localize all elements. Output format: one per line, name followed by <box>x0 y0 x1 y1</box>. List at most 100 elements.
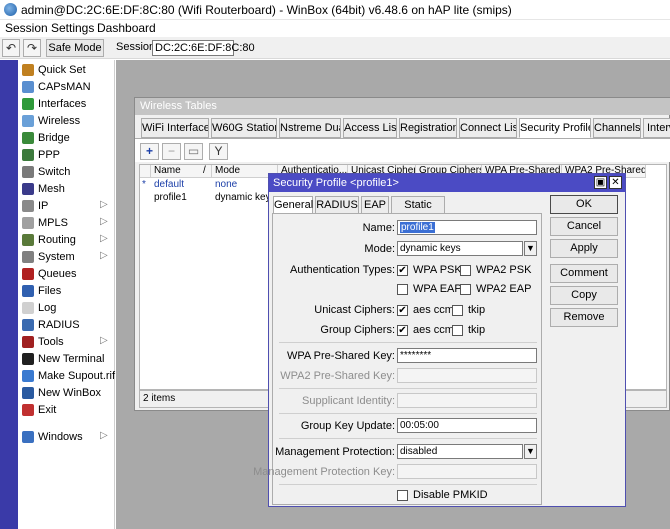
management-protection-select[interactable]: disabled <box>397 444 523 459</box>
add-icon[interactable]: + <box>140 143 159 160</box>
row-profile1-mode[interactable]: dynamic keys <box>215 192 276 203</box>
sidebar-item-tools[interactable]: Tools ▷ <box>18 334 114 351</box>
tab-interworking[interactable]: Interw <box>643 118 670 138</box>
row-default-mode[interactable]: none <box>215 179 237 190</box>
group-key-update-input[interactable]: 00:05:00 <box>397 418 537 433</box>
sidebar-item-label: Queues <box>38 268 77 280</box>
comment-button[interactable]: Comment <box>550 264 618 283</box>
wpa2-key-input[interactable] <box>397 368 537 383</box>
sidebar-item-log[interactable]: Log <box>18 300 114 317</box>
wpa-eap-checkbox[interactable] <box>397 284 408 295</box>
safe-mode-button[interactable]: Safe Mode <box>46 39 104 57</box>
title-bar: admin@DC:2C:6E:DF:8C:80 (Wifi Routerboar… <box>0 0 670 20</box>
filter-icon[interactable]: Y <box>209 143 228 160</box>
name-input[interactable]: profile1 <box>397 220 537 235</box>
sidebar-item-system[interactable]: System ▷ <box>18 249 114 266</box>
tab-eap[interactable]: EAP <box>361 196 389 214</box>
sidebar-item-mpls[interactable]: MPLS ▷ <box>18 215 114 232</box>
wpa2-psk-label: WPA2 PSK <box>476 264 532 276</box>
row-profile1-name[interactable]: profile1 <box>154 192 187 203</box>
tab-general[interactable]: General <box>273 196 313 214</box>
mode-select[interactable]: dynamic keys <box>397 241 523 256</box>
restore-icon[interactable]: ▣ <box>594 176 607 189</box>
tab-radius[interactable]: RADIUS <box>315 196 359 214</box>
tab-connect-list[interactable]: Connect List <box>459 118 517 138</box>
unicast-tkip-checkbox[interactable] <box>452 305 463 316</box>
wpa-eap-label: WPA EAP <box>413 283 462 295</box>
sidebar-item-switch[interactable]: Switch <box>18 164 114 181</box>
wpa-key-input[interactable]: ******** <box>397 348 537 363</box>
sidebar-item-quick-set[interactable]: Quick Set <box>18 62 114 79</box>
sidebar-item-new-terminal[interactable]: New Terminal <box>18 351 114 368</box>
wpa2-key-label: WPA2 Pre-Shared Key: <box>280 370 395 382</box>
sidebar-item-bridge[interactable]: Bridge <box>18 130 114 147</box>
radius-icon <box>22 319 34 331</box>
sidebar-item-label: Mesh <box>38 183 65 195</box>
redo-icon[interactable]: ↷ <box>23 39 41 57</box>
group-aes-ccm-label: aes ccm <box>413 324 454 336</box>
bridge-icon <box>22 132 34 144</box>
sidebar-item-ip[interactable]: IP ▷ <box>18 198 114 215</box>
sidebar-item-label: RADIUS <box>38 319 80 331</box>
wpa2-psk-checkbox[interactable] <box>460 265 471 276</box>
tab-w60g-station[interactable]: W60G Station <box>211 118 277 138</box>
cancel-button[interactable]: Cancel <box>550 217 618 236</box>
switch-icon <box>22 166 34 178</box>
disable-pmkid-checkbox[interactable] <box>397 490 408 501</box>
wpa-psk-checkbox[interactable]: ✔ <box>397 265 408 276</box>
group-tkip-checkbox[interactable] <box>452 325 463 336</box>
sidebar-item-files[interactable]: Files <box>18 283 114 300</box>
sidebar-item-mesh[interactable]: Mesh <box>18 181 114 198</box>
sidebar-item-interfaces[interactable]: Interfaces <box>18 96 114 113</box>
column-header-name[interactable]: Name / <box>151 165 212 178</box>
tab-nstreme-dual[interactable]: Nstreme Dual <box>279 118 341 138</box>
sidebar-item-exit[interactable]: Exit <box>18 402 114 419</box>
sidebar-item-radius[interactable]: RADIUS <box>18 317 114 334</box>
wireless-icon <box>22 115 34 127</box>
tab-security-profiles[interactable]: Security Profiles <box>519 118 591 138</box>
tab-registration[interactable]: Registration <box>399 118 457 138</box>
sidebar-item-routing[interactable]: Routing ▷ <box>18 232 114 249</box>
security-profile-dialog: Security Profile <profile1> ▣ ✕ General … <box>253 173 626 507</box>
terminal-icon <box>22 353 34 365</box>
sidebar-item-queues[interactable]: Queues <box>18 266 114 283</box>
supplicant-identity-input[interactable] <box>397 393 537 408</box>
sidebar-item-label: Windows <box>38 431 83 443</box>
tab-wifi-interfaces[interactable]: WiFi Interfaces <box>141 118 209 138</box>
management-protection-key-input[interactable] <box>397 464 537 479</box>
copy-button[interactable]: Copy <box>550 286 618 305</box>
tab-static-keys[interactable]: Static Keys <box>391 196 445 227</box>
group-aes-ccm-checkbox[interactable]: ✔ <box>397 325 408 336</box>
apply-button[interactable]: Apply <box>550 239 618 258</box>
submenu-arrow-icon: ▷ <box>100 250 108 261</box>
routing-icon <box>22 234 34 246</box>
windows-icon <box>22 431 34 443</box>
sidebar-item-make-supout[interactable]: Make Supout.rif <box>18 368 115 385</box>
sidebar-item-ppp[interactable]: PPP <box>18 147 114 164</box>
chevron-down-icon[interactable]: ▼ <box>524 241 537 256</box>
unicast-aes-ccm-checkbox[interactable]: ✔ <box>397 305 408 316</box>
undo-icon[interactable]: ↶ <box>2 39 20 57</box>
divider <box>279 342 537 343</box>
sidebar-item-capsman[interactable]: CAPsMAN <box>18 79 114 96</box>
wpa2-eap-checkbox[interactable] <box>460 284 471 295</box>
session-field[interactable]: DC:2C:6E:DF:8C:80 <box>152 40 255 56</box>
sidebar-item-windows[interactable]: Windows ▷ <box>18 429 114 446</box>
tab-access-list[interactable]: Access List <box>343 118 397 138</box>
tab-channels[interactable]: Channels <box>593 118 641 138</box>
row-default-flag: * <box>142 179 146 190</box>
ok-button[interactable]: OK <box>550 195 618 214</box>
sidebar-item-new-winbox[interactable]: New WinBox <box>18 385 114 402</box>
menu-dashboard[interactable]: Dashboard <box>97 21 156 35</box>
remove-icon[interactable]: − <box>162 143 181 160</box>
menu-settings[interactable]: Settings <box>51 21 94 35</box>
tools-icon <box>22 336 34 348</box>
interfaces-icon <box>22 98 34 110</box>
close-icon[interactable]: ✕ <box>609 176 622 189</box>
menu-session[interactable]: Session <box>5 21 48 35</box>
remove-button[interactable]: Remove <box>550 308 618 327</box>
sidebar-item-wireless[interactable]: Wireless <box>18 113 114 130</box>
comment-icon[interactable]: ▭ <box>184 143 203 160</box>
chevron-down-icon[interactable]: ▼ <box>524 444 537 459</box>
row-default-name[interactable]: default <box>154 179 184 190</box>
